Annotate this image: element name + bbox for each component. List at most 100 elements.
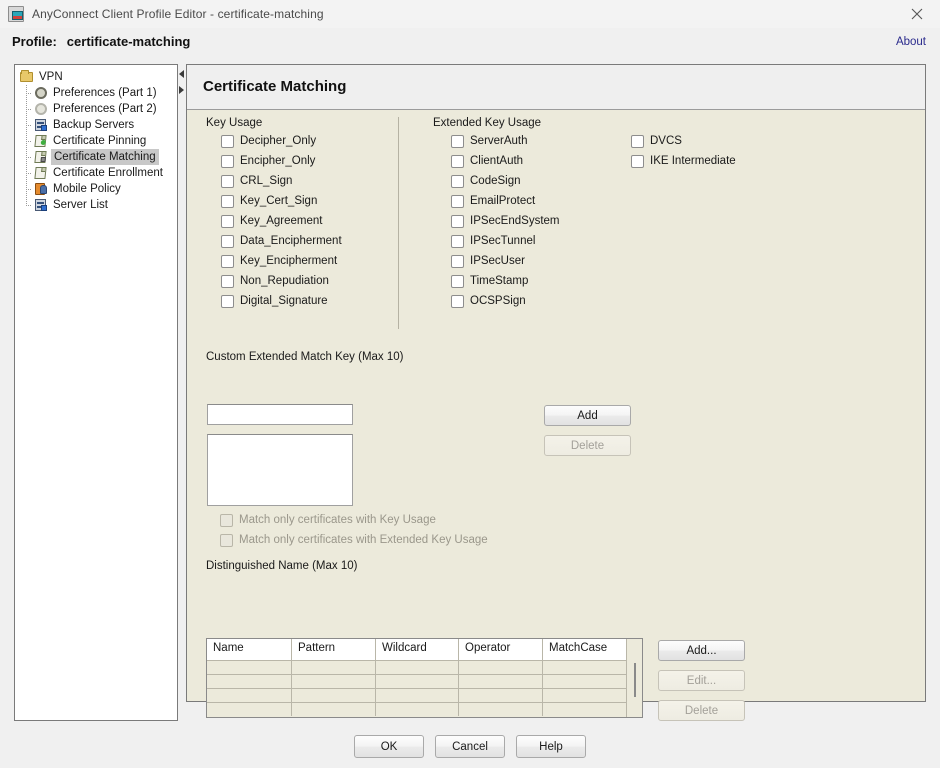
sidebar-item-backup-servers[interactable]: Backup Servers bbox=[15, 117, 177, 133]
checkbox-box[interactable] bbox=[221, 295, 234, 308]
delete-custom-match-key-button[interactable]: Delete bbox=[544, 435, 631, 456]
checkbox-box[interactable] bbox=[451, 195, 464, 208]
checkbox-key-encipherment[interactable]: Key_Encipherment bbox=[221, 255, 337, 268]
checkbox-ipsecendsystem[interactable]: IPSecEndSystem bbox=[451, 215, 559, 228]
tree-item-label: Preferences (Part 1) bbox=[53, 87, 157, 99]
checkbox-ipsectunnel[interactable]: IPSecTunnel bbox=[451, 235, 535, 248]
checkbox-box[interactable] bbox=[221, 195, 234, 208]
cancel-button[interactable]: Cancel bbox=[435, 735, 505, 758]
table-cell[interactable] bbox=[376, 675, 459, 688]
checkbox-box[interactable] bbox=[451, 275, 464, 288]
sidebar-item-preferences-part-2[interactable]: Preferences (Part 2) bbox=[15, 101, 177, 117]
column-header-pattern[interactable]: Pattern bbox=[292, 639, 376, 660]
checkbox-box[interactable] bbox=[451, 215, 464, 228]
edit-distinguished-name-button[interactable]: Edit... bbox=[658, 670, 745, 691]
checkbox-box[interactable] bbox=[451, 135, 464, 148]
checkbox-label: EmailProtect bbox=[470, 195, 536, 207]
navigation-tree-panel[interactable]: VPN Preferences (Part 1) Preferences (Pa… bbox=[14, 64, 178, 721]
add-custom-match-key-button[interactable]: Add bbox=[544, 405, 631, 426]
checkbox-decipher-only[interactable]: Decipher_Only bbox=[221, 135, 316, 148]
column-header-name[interactable]: Name bbox=[207, 639, 292, 660]
sidebar-item-certificate-pinning[interactable]: Certificate Pinning bbox=[15, 133, 177, 149]
checkbox-box[interactable] bbox=[221, 255, 234, 268]
checkbox-dvcs[interactable]: DVCS bbox=[631, 135, 682, 148]
checkbox-timestamp[interactable]: TimeStamp bbox=[451, 275, 528, 288]
table-cell[interactable] bbox=[543, 675, 628, 688]
checkbox-non-repudiation[interactable]: Non_Repudiation bbox=[221, 275, 329, 288]
table-row[interactable] bbox=[207, 674, 642, 688]
checkbox-box[interactable] bbox=[451, 175, 464, 188]
expand-right-arrow-icon[interactable] bbox=[179, 86, 184, 94]
custom-match-key-list[interactable] bbox=[207, 434, 353, 506]
add-distinguished-name-button[interactable]: Add... bbox=[658, 640, 745, 661]
table-cell[interactable] bbox=[207, 675, 292, 688]
checkbox-encipher-only[interactable]: Encipher_Only bbox=[221, 155, 315, 168]
column-header-matchcase[interactable]: MatchCase bbox=[543, 639, 628, 660]
table-row[interactable] bbox=[207, 688, 642, 702]
checkbox-label: DVCS bbox=[650, 135, 682, 147]
help-button[interactable]: Help bbox=[516, 735, 586, 758]
sidebar-item-server-list[interactable]: Server List bbox=[15, 197, 177, 213]
checkbox-emailprotect[interactable]: EmailProtect bbox=[451, 195, 535, 208]
checkbox-key-agreement[interactable]: Key_Agreement bbox=[221, 215, 322, 228]
checkbox-box[interactable] bbox=[451, 235, 464, 248]
checkbox-ocspsign[interactable]: OCSPSign bbox=[451, 295, 526, 308]
table-cell[interactable] bbox=[459, 661, 543, 674]
sidebar-item-preferences-part-1[interactable]: Preferences (Part 1) bbox=[15, 85, 177, 101]
checkbox-label: ServerAuth bbox=[470, 135, 528, 147]
table-cell[interactable] bbox=[207, 661, 292, 674]
collapse-left-arrow-icon[interactable] bbox=[179, 70, 184, 78]
checkbox-box[interactable] bbox=[221, 135, 234, 148]
scrollbar-thumb[interactable] bbox=[634, 663, 636, 697]
checkbox-box[interactable] bbox=[220, 514, 233, 527]
checkbox-box[interactable] bbox=[451, 155, 464, 168]
checkbox-box[interactable] bbox=[451, 255, 464, 268]
profile-label-text: Profile: bbox=[12, 34, 57, 49]
checkbox-serverauth[interactable]: ServerAuth bbox=[451, 135, 528, 148]
checkbox-digital-signature[interactable]: Digital_Signature bbox=[221, 295, 328, 308]
sidebar-item-certificate-enrollment[interactable]: Certificate Enrollment bbox=[15, 165, 177, 181]
checkbox-box[interactable] bbox=[451, 295, 464, 308]
checkbox-ike-intermediate[interactable]: IKE Intermediate bbox=[631, 155, 736, 168]
checkbox-box[interactable] bbox=[221, 175, 234, 188]
table-cell[interactable] bbox=[459, 675, 543, 688]
checkbox-key-cert-sign[interactable]: Key_Cert_Sign bbox=[221, 195, 317, 208]
column-header-operator[interactable]: Operator bbox=[459, 639, 543, 660]
table-cell[interactable] bbox=[292, 675, 376, 688]
checkbox-box[interactable] bbox=[631, 155, 644, 168]
ok-button[interactable]: OK bbox=[354, 735, 424, 758]
checkbox-crl-sign[interactable]: CRL_Sign bbox=[221, 175, 292, 188]
checkbox-match-only-extended-key-usage[interactable]: Match only certificates with Extended Ke… bbox=[220, 534, 488, 547]
checkbox-codesign[interactable]: CodeSign bbox=[451, 175, 521, 188]
checkbox-match-only-key-usage[interactable]: Match only certificates with Key Usage bbox=[220, 514, 436, 527]
table-cell[interactable] bbox=[459, 689, 543, 702]
table-cell[interactable] bbox=[543, 661, 628, 674]
table-row[interactable] bbox=[207, 660, 642, 674]
close-icon[interactable] bbox=[894, 0, 940, 28]
table-cell[interactable] bbox=[376, 661, 459, 674]
table-cell[interactable] bbox=[376, 689, 459, 702]
table-cell[interactable] bbox=[292, 661, 376, 674]
table-cell[interactable] bbox=[207, 689, 292, 702]
checkbox-box[interactable] bbox=[221, 215, 234, 228]
window-title: AnyConnect Client Profile Editor - certi… bbox=[32, 7, 324, 21]
checkbox-box[interactable] bbox=[631, 135, 644, 148]
table-cell[interactable] bbox=[292, 689, 376, 702]
checkbox-box[interactable] bbox=[221, 235, 234, 248]
about-link[interactable]: About bbox=[896, 36, 926, 48]
checkbox-box[interactable] bbox=[221, 275, 234, 288]
checkbox-box[interactable] bbox=[221, 155, 234, 168]
checkbox-clientauth[interactable]: ClientAuth bbox=[451, 155, 523, 168]
sidebar-item-mobile-policy[interactable]: Mobile Policy bbox=[15, 181, 177, 197]
checkbox-ipsecuser[interactable]: IPSecUser bbox=[451, 255, 525, 268]
checkbox-data-encipherment[interactable]: Data_Encipherment bbox=[221, 235, 342, 248]
tree-item-vpn[interactable]: VPN bbox=[15, 69, 177, 85]
checkbox-box[interactable] bbox=[220, 534, 233, 547]
column-header-wildcard[interactable]: Wildcard bbox=[376, 639, 459, 660]
panel-splitter[interactable] bbox=[178, 64, 186, 721]
table-cell[interactable] bbox=[543, 689, 628, 702]
tree-item-label: VPN bbox=[39, 71, 63, 83]
custom-match-key-input[interactable] bbox=[207, 404, 353, 425]
sidebar-item-certificate-matching[interactable]: Certificate Matching bbox=[15, 149, 177, 165]
certificate-enroll-icon bbox=[33, 166, 49, 180]
